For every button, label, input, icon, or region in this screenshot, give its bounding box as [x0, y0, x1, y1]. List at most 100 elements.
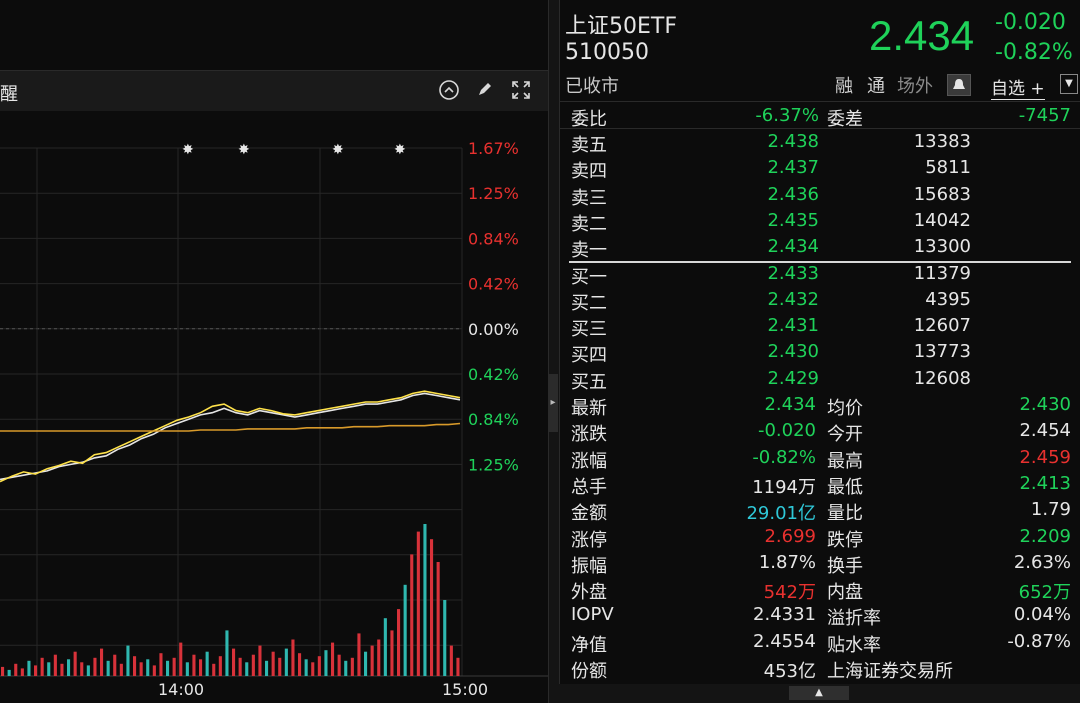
volume-bar	[100, 648, 104, 676]
volume-bar	[205, 651, 209, 676]
volume-bar	[34, 665, 38, 676]
toolbar-label: 醒	[0, 84, 18, 105]
stat-label: 净值	[571, 634, 607, 656]
volume-bar	[212, 663, 216, 676]
stat-value: 2.63%	[1013, 551, 1071, 573]
volume-bar	[251, 654, 255, 676]
stat-label: 上海证券交易所	[827, 661, 953, 682]
price-series-line	[0, 390, 461, 483]
book-price[interactable]: 2.432	[709, 289, 819, 310]
volume-bar	[14, 663, 18, 676]
book-label: 买三	[571, 319, 607, 341]
stat-label: 跌停	[827, 529, 863, 551]
volume-bar	[7, 669, 11, 676]
book-price[interactable]: 2.435	[709, 210, 819, 231]
divider-line	[559, 101, 1080, 102]
collapse-panel-button[interactable]: ▸	[548, 374, 558, 432]
stat-label: 最高	[827, 450, 863, 472]
book-volume: 13383	[913, 131, 971, 152]
volume-bar	[245, 662, 249, 676]
book-price[interactable]: 2.438	[709, 131, 819, 152]
price-lines	[0, 390, 461, 483]
book-volume: 5811	[925, 157, 971, 179]
chart-toolbar: 醒	[0, 70, 548, 111]
book-price[interactable]: 2.437	[709, 157, 819, 178]
book-label: 卖一	[571, 240, 607, 262]
price-change: -0.020	[995, 10, 1066, 35]
volume-bar	[370, 645, 374, 676]
stat-value: -0.82%	[752, 446, 816, 468]
stat-value: 2.4554	[753, 630, 816, 652]
y-tick-label: 1.67%	[468, 139, 519, 158]
volume-bar	[416, 531, 420, 676]
volume-bar	[126, 645, 130, 676]
y-tick-label: 0.84%	[468, 410, 519, 429]
volume-bar	[67, 659, 71, 676]
chevron-up-circle-icon[interactable]	[436, 79, 462, 105]
stat-label: 量比	[827, 503, 863, 525]
stat-value: 2.454	[1019, 420, 1071, 442]
volume-bar	[53, 654, 57, 676]
stat-label: IOPV	[571, 604, 614, 626]
y-tick-label: 1.25%	[468, 455, 519, 474]
star-marker: ✸	[238, 142, 250, 158]
book-volume: 12608	[913, 367, 971, 389]
volume-bar	[410, 554, 414, 676]
volume-bar	[93, 657, 97, 676]
volume-bar	[86, 665, 90, 676]
volume-bar	[311, 662, 315, 676]
volume-bar	[159, 653, 163, 676]
add-watchlist-button[interactable]: 自选 +	[991, 74, 1045, 100]
book-price[interactable]: 2.433	[709, 263, 819, 284]
volume-bar	[350, 657, 354, 676]
book-price[interactable]: 2.436	[709, 184, 819, 205]
book-price[interactable]: 2.434	[709, 236, 819, 257]
volume-bar	[258, 645, 262, 676]
margin-tool[interactable]: 融	[835, 72, 853, 98]
volume-bar	[397, 609, 401, 676]
book-volume: 13773	[913, 341, 971, 363]
stat-label: 最低	[827, 476, 863, 498]
connect-tool[interactable]: 通	[867, 72, 885, 98]
book-volume: 12607	[913, 315, 971, 337]
volume-bar	[364, 651, 368, 676]
book-label: 卖二	[571, 213, 607, 235]
divider-line	[559, 128, 1080, 129]
volume-bar	[20, 668, 24, 676]
x-tick-label: 14:00	[158, 680, 204, 699]
volume-bar	[232, 648, 236, 676]
stat-label: 均价	[827, 398, 863, 419]
volume-bar	[172, 657, 176, 676]
stat-value: 1194万	[752, 476, 816, 498]
last-price: 2.434	[869, 12, 975, 59]
volume-bar	[390, 630, 394, 676]
market-status: 已收市	[565, 76, 619, 97]
expand-icon[interactable]	[508, 79, 534, 105]
book-price[interactable]: 2.431	[709, 315, 819, 336]
volume-bar	[40, 657, 44, 676]
book-label: 买四	[571, 345, 607, 367]
bid-ask-separator	[569, 261, 1071, 263]
volume-bar	[331, 642, 335, 676]
pen-icon[interactable]	[472, 79, 498, 105]
otc-tool[interactable]: 场外	[897, 72, 933, 98]
stat-value: 2.413	[1019, 472, 1071, 494]
book-price[interactable]: 2.429	[709, 368, 819, 389]
book-label: 卖四	[571, 161, 607, 183]
stat-value: 652万	[1018, 582, 1071, 604]
stat-label: 内盘	[827, 582, 863, 604]
book-volume: 15683	[913, 183, 971, 205]
star-marker: ✸	[332, 142, 344, 158]
book-label: 卖五	[571, 135, 607, 156]
y-tick-label: 0.00%	[468, 320, 519, 339]
stat-value: -0.020	[757, 420, 816, 442]
volume-bar	[185, 662, 189, 676]
stat-value: 1.87%	[758, 551, 816, 573]
chevron-down-icon[interactable]: ▼	[1060, 74, 1078, 94]
y-tick-label: 0.42%	[468, 275, 519, 294]
expand-up-button[interactable]: ▲	[789, 686, 849, 700]
bell-icon[interactable]	[947, 74, 971, 96]
book-label: 买五	[571, 371, 607, 393]
book-price[interactable]: 2.430	[709, 341, 819, 362]
volume-bar	[344, 660, 348, 676]
